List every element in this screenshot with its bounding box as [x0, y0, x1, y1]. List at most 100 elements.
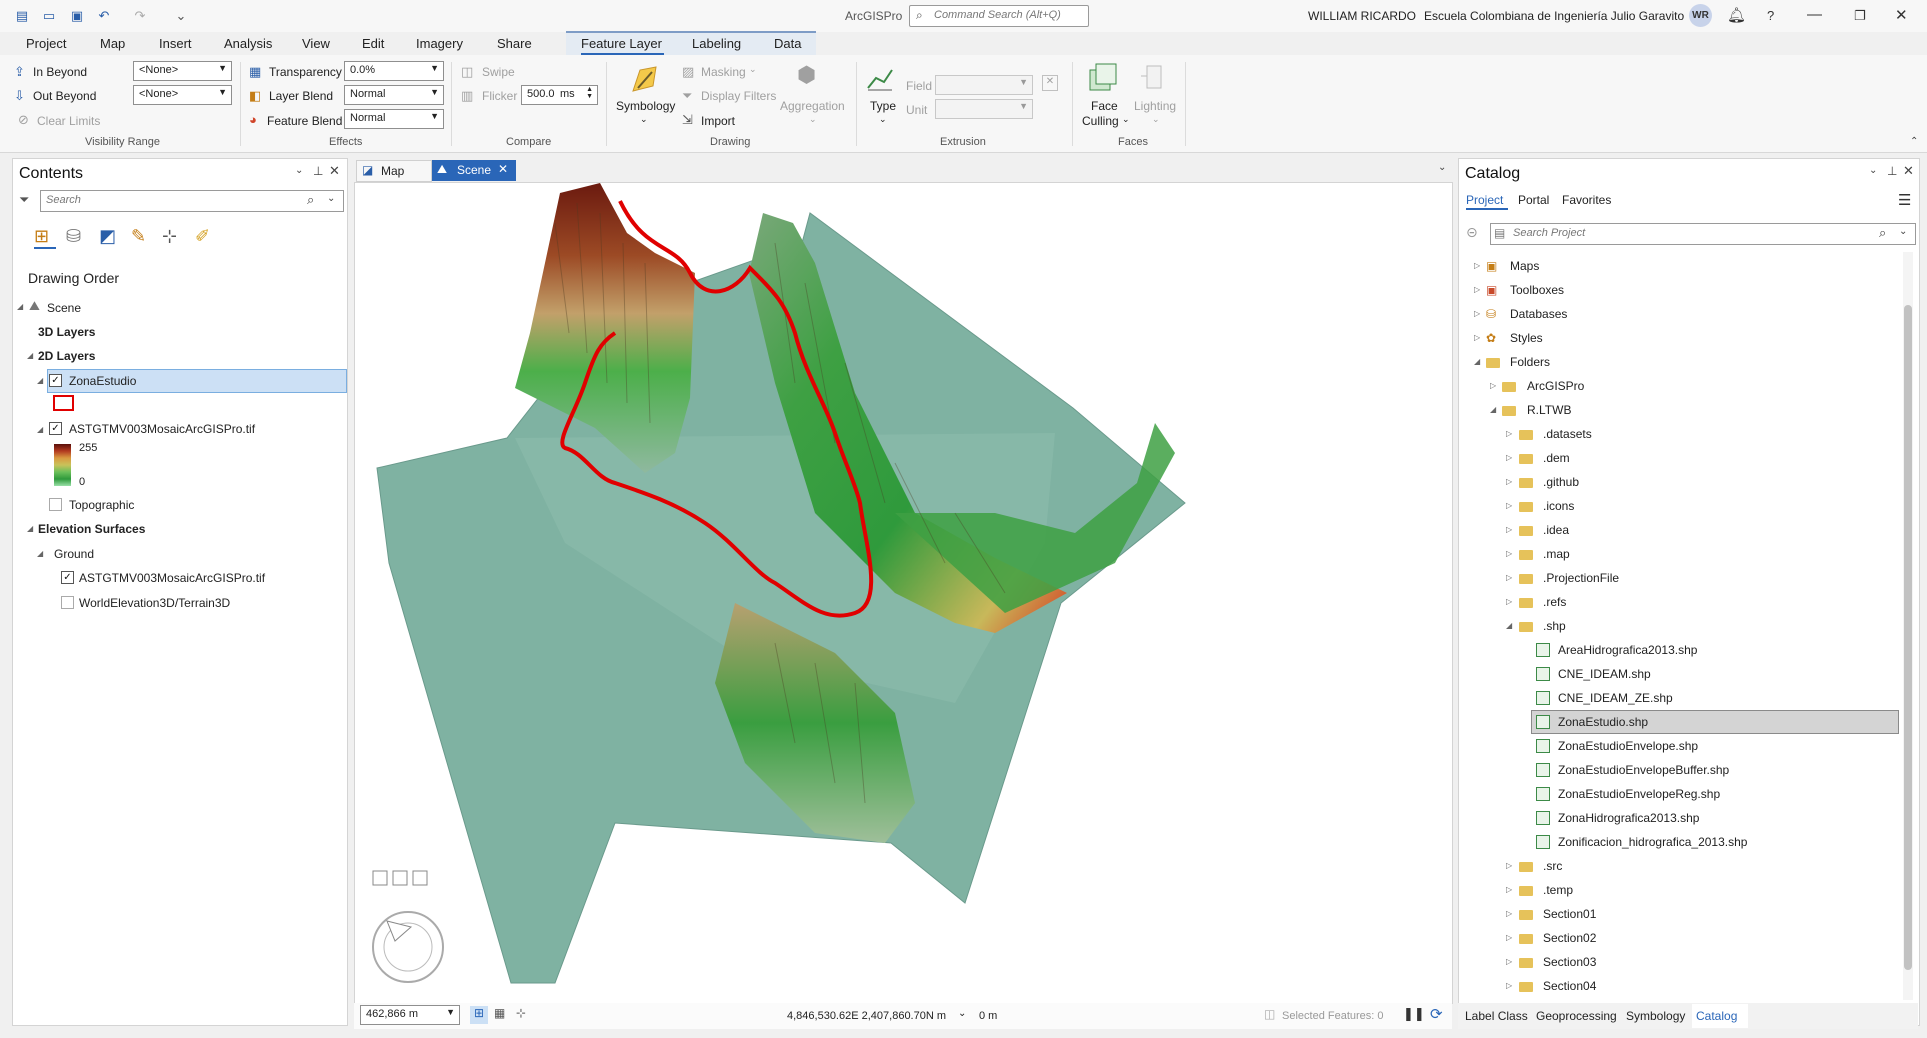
- chevron-down-icon[interactable]: ⌄: [1899, 226, 1907, 237]
- expand-icon[interactable]: ◢: [1490, 405, 1496, 414]
- tree-item-scene[interactable]: Scene: [47, 301, 81, 315]
- out-beyond-select[interactable]: <None> ▼: [133, 85, 232, 105]
- catalog-folder-github[interactable]: .github: [1543, 475, 1579, 489]
- notifications-icon[interactable]: 🔔︎: [1727, 6, 1746, 24]
- expand-icon[interactable]: ◢: [37, 425, 43, 434]
- tab-view[interactable]: View: [302, 36, 330, 51]
- symbology-button[interactable]: Symbology: [616, 99, 675, 113]
- contents-search-input[interactable]: Search ⌕ ⌄: [40, 190, 344, 212]
- catalog-folder-dem[interactable]: .dem: [1543, 451, 1570, 465]
- expand-icon[interactable]: ▷: [1506, 453, 1512, 462]
- catalog-item-databases[interactable]: Databases: [1510, 307, 1567, 321]
- face-culling-button[interactable]: Culling: [1082, 114, 1119, 128]
- transparency-input[interactable]: 0.0% ▼: [344, 61, 444, 81]
- tab-map-view[interactable]: ◪ Map: [356, 160, 432, 182]
- catalog-file-shp[interactable]: ZonaHidrografica2013.shp: [1558, 811, 1699, 825]
- catalog-item-folders[interactable]: Folders: [1510, 355, 1550, 369]
- catalog-item-styles[interactable]: Styles: [1510, 331, 1543, 345]
- customize-toolbar-icon[interactable]: ⌄: [173, 8, 189, 24]
- list-by-source-icon[interactable]: ⛁: [66, 226, 81, 247]
- list-by-editing-icon[interactable]: ✎: [131, 226, 146, 247]
- layer-visibility-checkbox[interactable]: ✓: [49, 374, 62, 387]
- bottom-tab-geoprocessing[interactable]: Geoprocessing: [1536, 1009, 1617, 1023]
- tree-item-3d-layers[interactable]: 3D Layers: [38, 325, 95, 339]
- help-icon[interactable]: ?: [1767, 8, 1774, 23]
- close-pane-icon[interactable]: ✕: [1903, 163, 1914, 179]
- catalog-folder-refs[interactable]: .refs: [1543, 595, 1566, 609]
- expand-icon[interactable]: ▷: [1506, 957, 1512, 966]
- pause-icon[interactable]: ❚❚: [1403, 1006, 1425, 1022]
- extrusion-unit-select[interactable]: ▼: [935, 99, 1033, 119]
- expand-icon[interactable]: ▷: [1490, 381, 1496, 390]
- back-icon[interactable]: ⊝: [1466, 224, 1478, 241]
- expand-icon[interactable]: ▷: [1506, 573, 1512, 582]
- undo-icon[interactable]: ↶: [96, 8, 112, 24]
- chevron-down-icon[interactable]: ⌄: [1438, 162, 1446, 173]
- expand-icon[interactable]: ▷: [1506, 501, 1512, 510]
- out-beyond-button[interactable]: Out Beyond: [33, 89, 96, 103]
- chevron-down-icon[interactable]: ⌄: [958, 1008, 966, 1019]
- expand-icon[interactable]: ▷: [1474, 285, 1480, 294]
- catalog-file-shp[interactable]: AreaHidrografica2013.shp: [1558, 643, 1697, 657]
- layer-visibility-checkbox[interactable]: ✓: [61, 571, 74, 584]
- catalog-folder-map[interactable]: .map: [1543, 547, 1570, 561]
- bottom-tab-catalog[interactable]: Catalog: [1696, 1009, 1737, 1023]
- search-icon[interactable]: ⌕: [1879, 225, 1886, 241]
- symbology-icon[interactable]: [630, 64, 660, 94]
- expand-icon[interactable]: ▷: [1506, 477, 1512, 486]
- tab-insert[interactable]: Insert: [159, 36, 192, 51]
- chevron-down-icon[interactable]: ⌄: [327, 193, 335, 204]
- catalog-file-shp[interactable]: CNE_IDEAM.shp: [1558, 667, 1651, 681]
- menu-icon[interactable]: ☰: [1898, 191, 1911, 209]
- tab-feature-layer[interactable]: Feature Layer: [581, 36, 662, 51]
- in-beyond-button[interactable]: In Beyond: [33, 65, 87, 79]
- layer-visibility-checkbox[interactable]: ✓: [49, 422, 62, 435]
- tab-map[interactable]: Map: [100, 36, 125, 51]
- layer-blend-select[interactable]: Normal ▼: [344, 85, 444, 105]
- tree-item-ground[interactable]: Ground: [54, 547, 94, 561]
- fixed-zoom-icon[interactable]: ⊞: [470, 1006, 488, 1024]
- navigator-controls[interactable]: [372, 870, 444, 983]
- catalog-folder-src[interactable]: .src: [1543, 859, 1562, 873]
- catalog-file-shp[interactable]: ZonaEstudioEnvelopeBuffer.shp: [1558, 763, 1729, 777]
- close-tab-icon[interactable]: ✕: [498, 162, 508, 176]
- catalog-folder-section03[interactable]: Section03: [1543, 955, 1596, 969]
- expand-icon[interactable]: ▷: [1506, 525, 1512, 534]
- catalog-folder-projectionfile[interactable]: .ProjectionFile: [1543, 571, 1619, 585]
- expand-icon[interactable]: ◢: [1506, 621, 1512, 630]
- expand-icon[interactable]: ◢: [37, 376, 43, 385]
- tree-item-elevation-surfaces[interactable]: Elevation Surfaces: [38, 522, 145, 536]
- expand-icon[interactable]: ◢: [37, 549, 43, 558]
- layer-visibility-checkbox[interactable]: [49, 498, 62, 511]
- expand-icon[interactable]: ◢: [17, 302, 23, 311]
- list-by-drawing-order-icon[interactable]: ⊞: [34, 226, 49, 247]
- tab-data[interactable]: Data: [774, 36, 801, 51]
- search-icon[interactable]: ⌕: [307, 192, 314, 208]
- list-by-snapping-icon[interactable]: ⊹: [162, 226, 177, 247]
- restore-icon[interactable]: ❐: [1854, 8, 1866, 24]
- expand-icon[interactable]: ▷: [1474, 309, 1480, 318]
- spinner-icon[interactable]: ▲ ▼: [586, 86, 593, 100]
- snapping-icon[interactable]: ⊹: [516, 1006, 526, 1020]
- tab-edit[interactable]: Edit: [362, 36, 384, 51]
- pin-icon[interactable]: ⊥: [1887, 164, 1897, 178]
- tree-item-2d-layers[interactable]: 2D Layers: [38, 349, 95, 363]
- catalog-item-toolboxes[interactable]: Toolboxes: [1510, 283, 1564, 297]
- expand-icon[interactable]: ▷: [1506, 933, 1512, 942]
- catalog-folder-shp[interactable]: .shp: [1543, 619, 1566, 633]
- expand-icon[interactable]: ▷: [1506, 885, 1512, 894]
- swipe-button[interactable]: Swipe: [482, 65, 515, 79]
- catalog-folder-rltwb[interactable]: R.LTWB: [1527, 403, 1571, 417]
- tree-item-ground-raster[interactable]: ASTGTMV003MosaicArcGISPro.tif: [79, 571, 265, 585]
- catalog-search-input[interactable]: ▤ Search Project ⌕ ⌄: [1490, 223, 1916, 245]
- minimize-icon[interactable]: —: [1807, 6, 1822, 23]
- tree-item-raster-layer[interactable]: ASTGTMV003MosaicArcGISPro.tif: [69, 422, 255, 436]
- extrusion-field-select[interactable]: ▼: [935, 75, 1033, 95]
- tab-project[interactable]: Project: [26, 36, 66, 51]
- redo-icon[interactable]: ↷: [132, 8, 148, 24]
- face-culling-icon[interactable]: [1088, 62, 1118, 94]
- zona-estudio-symbol[interactable]: [53, 395, 74, 411]
- catalog-tab-favorites[interactable]: Favorites: [1562, 193, 1611, 207]
- scene-view[interactable]: [354, 182, 1453, 1004]
- catalog-folder-idea[interactable]: .idea: [1543, 523, 1569, 537]
